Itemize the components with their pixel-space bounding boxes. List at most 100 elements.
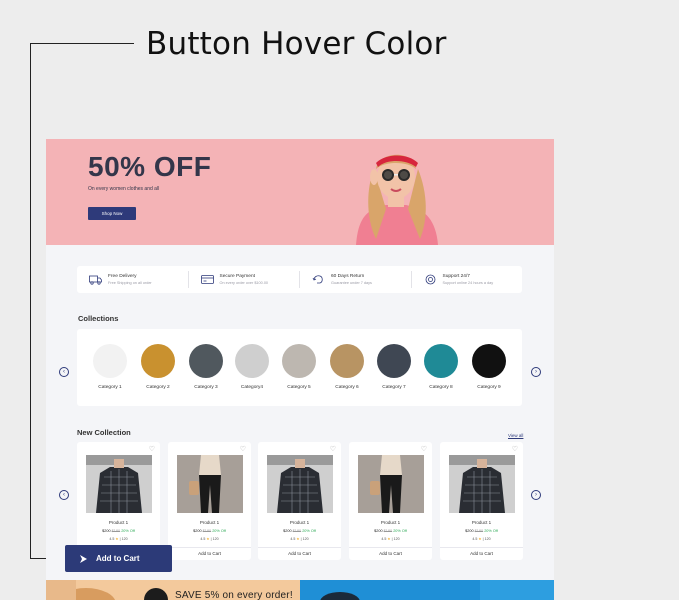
star-icon: ★ (115, 537, 119, 541)
category-item[interactable]: Category4 (229, 344, 275, 390)
annotation-title: Button Hover Color (146, 26, 447, 62)
product-image (267, 455, 333, 513)
add-to-cart-button[interactable]: Add to Cart (168, 547, 251, 560)
view-all-link[interactable]: View all (508, 433, 523, 438)
product-name: Product 1 (289, 520, 310, 525)
category-image (282, 344, 316, 378)
hero-subtitle: On every women clothes and all (88, 186, 160, 192)
product-rating: 4.5 ★ | 120 (77, 537, 160, 541)
rating-value: 4.5 (109, 537, 115, 541)
add-to-cart-button[interactable]: Add to Cart (258, 547, 341, 560)
category-label: Category 8 (429, 385, 453, 390)
card-icon (200, 275, 214, 284)
category-image (330, 344, 364, 378)
new-collection-title: New Collection (77, 428, 131, 437)
wishlist-heart-icon[interactable]: ♡ (149, 445, 155, 453)
product-price-old: $180 (111, 529, 121, 533)
category-item[interactable]: Category 9 (466, 344, 512, 390)
add-to-cart-label: Add to Cart (96, 554, 140, 563)
collections-prev-arrow[interactable]: ‹ (59, 367, 69, 377)
category-label: Category 2 (146, 385, 170, 390)
star-icon: ★ (387, 537, 391, 541)
product-card[interactable]: ♡ Product 1 $200 $180 20% Off 4.5 ★ | 120 Ad… (440, 442, 523, 560)
products-next-arrow[interactable]: › (531, 490, 541, 500)
collections-next-arrow[interactable]: › (531, 367, 541, 377)
wishlist-heart-icon[interactable]: ♡ (240, 445, 246, 453)
add-to-cart-button[interactable]: Add to Cart (349, 547, 432, 560)
category-image (235, 344, 269, 378)
category-item[interactable]: Category 7 (371, 344, 417, 390)
feature-secure-payment: Secure Payment On every order over $100.… (189, 271, 300, 288)
category-item[interactable]: Category 3 (183, 344, 229, 390)
product-card[interactable]: ♡ Product 1 $200 $180 20% Off 4.5 ★ | 120 Ad… (77, 442, 160, 560)
rating-value: 4.5 (472, 537, 478, 541)
star-icon: ★ (296, 537, 300, 541)
product-name: Product 1 (108, 520, 129, 525)
annotation-leader-line (30, 43, 134, 44)
category-image (472, 344, 506, 378)
category-item[interactable]: Category 5 (276, 344, 322, 390)
products-prev-arrow[interactable]: ‹ (59, 490, 69, 500)
product-rating: 4.5 ★ | 120 (349, 537, 432, 541)
product-card[interactable]: ♡ Product 1 $200 $180 20% Off 4.5 ★ | 120 Ad… (349, 442, 432, 560)
product-rating: 4.5 ★ | 120 (440, 537, 523, 541)
wishlist-heart-icon[interactable]: ♡ (330, 445, 336, 453)
category-label: Category 7 (382, 385, 406, 390)
review-count: | 120 (210, 537, 219, 541)
product-price-current: $200 (465, 529, 474, 533)
product-price-current: $200 (102, 529, 111, 533)
shop-now-button[interactable]: Shop Now (88, 207, 136, 220)
product-discount: 20% Off (393, 529, 407, 533)
product-image (358, 455, 424, 513)
category-image (189, 344, 223, 378)
category-label: Category 5 (287, 385, 311, 390)
category-item[interactable]: Category 8 (418, 344, 464, 390)
category-item[interactable]: Category 6 (324, 344, 370, 390)
product-name: Product 1 (380, 520, 401, 525)
rating-value: 4.5 (290, 537, 296, 541)
rating-value: 4.5 (200, 537, 206, 541)
star-icon: ★ (478, 537, 482, 541)
promo-banner-text: SAVE 5% on every order! (175, 590, 293, 600)
add-to-cart-hover-button[interactable]: Add to Cart (65, 545, 172, 572)
add-to-cart-button[interactable]: Add to Cart (440, 547, 523, 560)
product-card[interactable]: ♡ Product 1 $200 $180 20% Off 4.5 ★ | 120 Ad… (168, 442, 251, 560)
truck-icon (89, 275, 102, 285)
product-price-old: $180 (474, 529, 484, 533)
product-discount: 20% Off (212, 529, 226, 533)
product-image (86, 455, 152, 513)
wishlist-heart-icon[interactable]: ♡ (421, 445, 427, 453)
category-label: Category 9 (477, 385, 501, 390)
feature-title: 60 Days Return (331, 274, 365, 279)
features-bar: Free Delivery Free Shipping on all order… (77, 266, 522, 293)
feature-title: Free Delivery (108, 274, 137, 279)
hero-model-image (356, 154, 438, 245)
category-label: Category 1 (98, 385, 122, 390)
category-item[interactable]: Category 1 (87, 344, 133, 390)
product-price-current: $200 (374, 529, 383, 533)
hero-title: 50% OFF (88, 151, 212, 182)
collections-title: Collections (78, 314, 119, 323)
wishlist-heart-icon[interactable]: ♡ (512, 445, 518, 453)
product-price: $200 $180 20% Off (349, 529, 432, 533)
category-item[interactable]: Category 2 (135, 344, 181, 390)
product-rating: 4.5 ★ | 120 (258, 537, 341, 541)
product-image (449, 455, 515, 513)
product-price-old: $180 (202, 529, 212, 533)
product-card[interactable]: ♡ Product 1 $200 $180 20% Off 4.5 ★ | 120 Ad… (258, 442, 341, 560)
category-image (141, 344, 175, 378)
feature-subtitle: On every order over $100.00 (219, 281, 269, 285)
product-price: $200 $180 20% Off (258, 529, 341, 533)
product-price: $200 $180 20% Off (168, 529, 251, 533)
feature-title: Secure Payment (219, 274, 255, 279)
product-image (177, 455, 243, 513)
product-name: Product 1 (471, 520, 492, 525)
product-price: $200 $180 20% Off (77, 529, 160, 533)
category-image (93, 344, 127, 378)
promo-banner-image (320, 580, 554, 600)
category-label: Category 3 (194, 385, 218, 390)
product-name: Product 1 (199, 520, 220, 525)
cursor-arrow-icon (80, 554, 87, 563)
collections-panel: Category 1 Category 2 Category 3 Categor… (77, 329, 522, 406)
promo-banner-right (300, 580, 554, 600)
